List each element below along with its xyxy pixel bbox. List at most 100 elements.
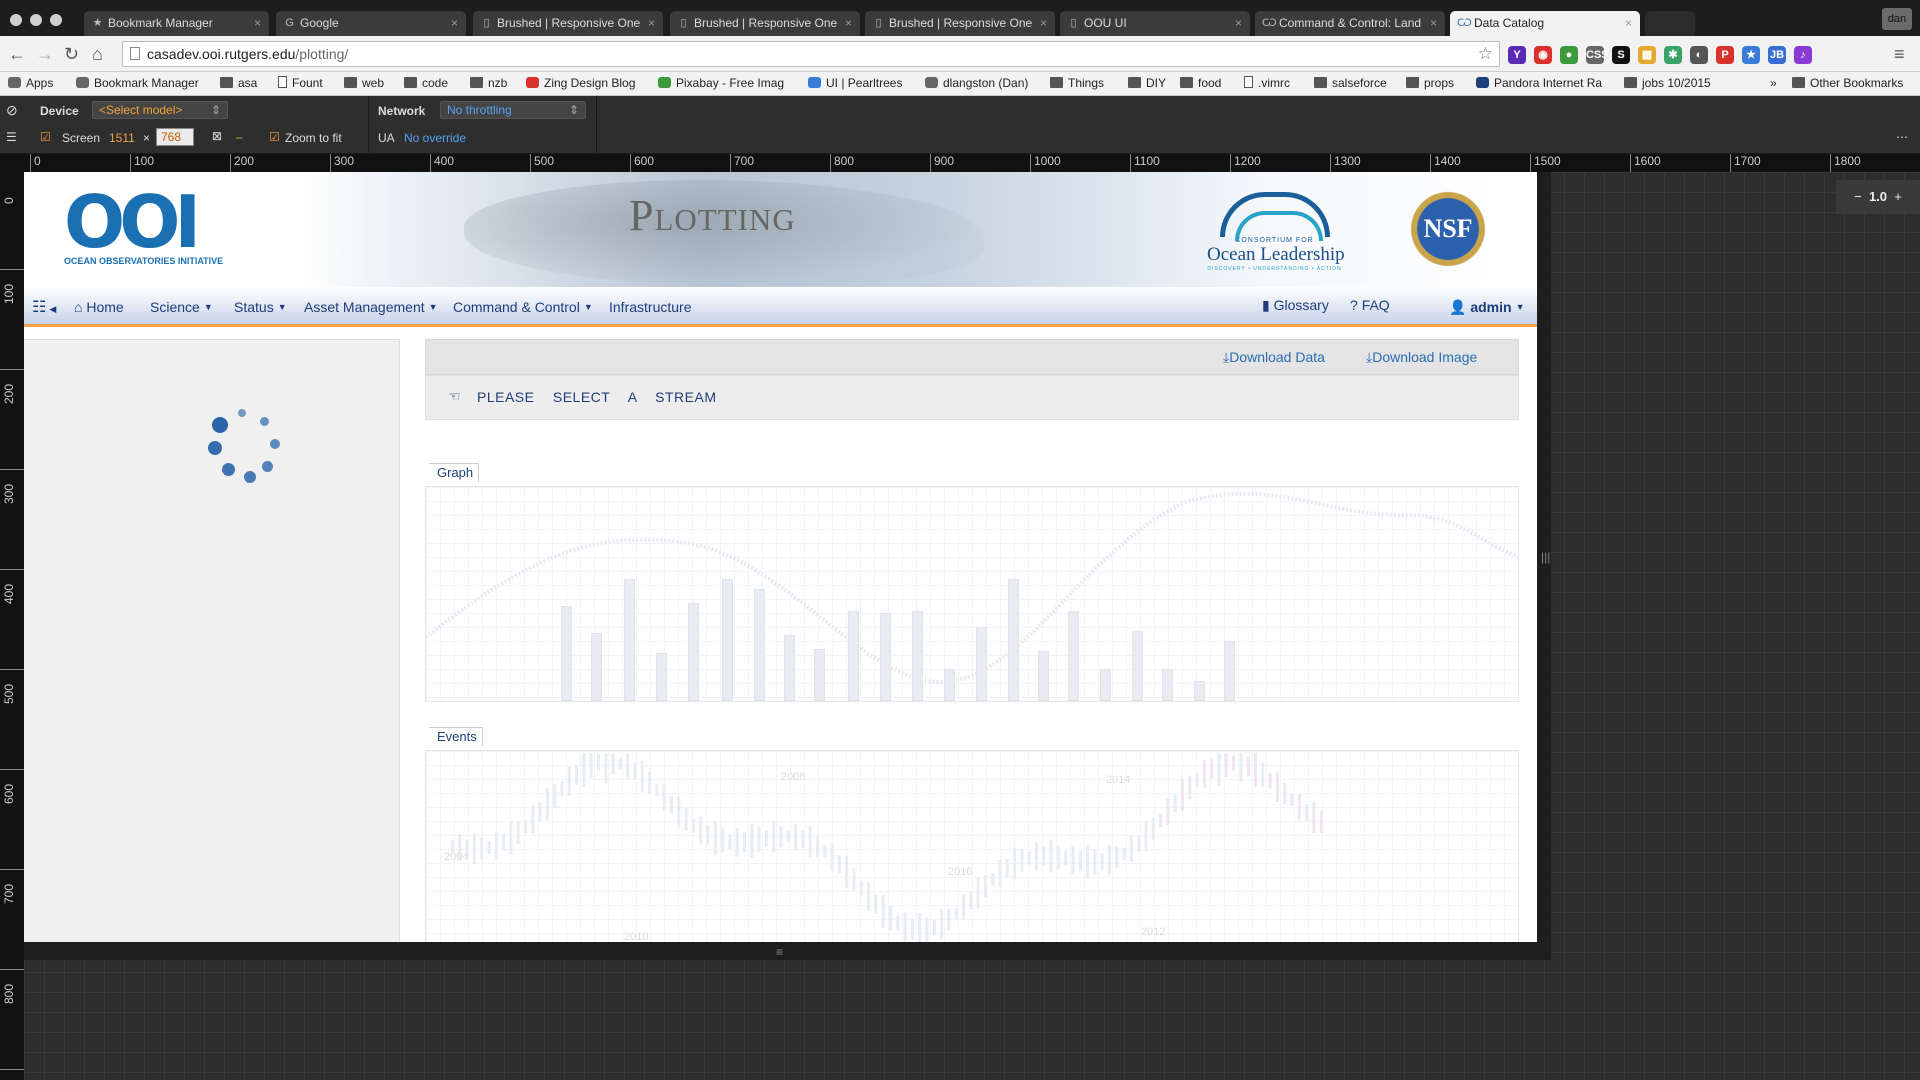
forward-icon[interactable]: → (36, 44, 54, 64)
zoom-to-fit-checkbox[interactable]: ☑ (269, 130, 280, 144)
ua-override-input[interactable]: No override (404, 131, 466, 145)
extension-icon[interactable]: ● (1560, 46, 1578, 64)
spinner-dot (212, 417, 228, 433)
browser-tab[interactable]: ▯ OOU UI × (1060, 11, 1250, 36)
bookmark-item[interactable]: Pixabay - Free Imag (658, 76, 784, 90)
more-options-icon[interactable]: ⋯ (1896, 130, 1908, 144)
close-tab-icon[interactable]: × (648, 16, 655, 30)
ghost-candle (889, 905, 892, 930)
resize-height-handle[interactable]: ≡ (776, 945, 783, 959)
browser-tab[interactable]: G Google × (276, 11, 466, 36)
ruler-tick-label: 1300 (1330, 154, 1361, 172)
extension-icon[interactable]: ★ (1742, 46, 1760, 64)
window-minimize-button[interactable] (30, 14, 42, 26)
bookmark-item[interactable]: salseforce (1314, 76, 1387, 90)
zoom-out-button[interactable]: − (1854, 189, 1862, 204)
home-icon[interactable]: ⌂ (92, 44, 103, 64)
nav-command-control[interactable]: Command & Control ▼ (453, 299, 593, 315)
screen-checkbox[interactable]: ☑ (40, 130, 51, 144)
events-tab[interactable]: Events (429, 727, 483, 746)
extension-icon[interactable]: ▦ (1638, 46, 1656, 64)
nav-status[interactable]: Status ▼ (234, 299, 287, 315)
download-data-button[interactable]: ⤓Download Data (1223, 349, 1325, 366)
bookmark-item[interactable]: code (404, 76, 448, 90)
close-tab-icon[interactable]: × (845, 16, 852, 30)
nsf-logo[interactable]: NSF (1409, 190, 1487, 268)
close-tab-icon[interactable]: × (1235, 16, 1242, 30)
nav-home[interactable]: ⌂ Home (74, 299, 124, 315)
window-zoom-button[interactable] (50, 14, 62, 26)
browser-tab[interactable]: ▯ Brushed | Responsive One × (670, 11, 860, 36)
bookmark-item[interactable]: Fount (278, 76, 323, 90)
extension-icon[interactable]: P (1716, 46, 1734, 64)
close-tab-icon[interactable]: × (1430, 16, 1437, 30)
media-query-icon[interactable]: ☰ (6, 130, 17, 144)
extension-icon[interactable]: CSS (1586, 46, 1609, 64)
ooi-logo[interactable]: OOI OCEAN OBSERVATORIES INITIATIVE (64, 186, 223, 270)
bookmark-item[interactable]: jobs 10/2015 (1624, 76, 1711, 90)
network-throttle-select[interactable]: No throttling ⇕ (440, 101, 586, 119)
extension-icon[interactable]: ◐ (1690, 46, 1708, 64)
swap-dimensions-icon[interactable]: ⊠ (212, 129, 222, 143)
close-tab-icon[interactable]: × (1625, 16, 1632, 30)
bookmark-item[interactable]: asa (220, 76, 257, 90)
back-icon[interactable]: ← (8, 44, 26, 64)
browser-tab[interactable]: Ѡ Command & Control: Land × (1255, 11, 1445, 36)
extension-icon[interactable]: ◉ (1534, 46, 1552, 64)
graph-tab[interactable]: Graph (429, 463, 480, 482)
close-tab-icon[interactable]: × (254, 16, 261, 30)
bookmark-item[interactable]: props (1406, 76, 1454, 90)
other-bookmarks[interactable]: Other Bookmarks (1792, 76, 1903, 90)
zoom-in-button[interactable]: + (1894, 189, 1902, 204)
browser-tab[interactable]: ▯ Brushed | Responsive One × (865, 11, 1055, 36)
bookmark-item[interactable]: nzb (470, 76, 507, 90)
device-model-select[interactable]: <Select model> ⇕ (92, 101, 228, 119)
download-image-button[interactable]: ⤓Download Image (1366, 349, 1477, 366)
bookmark-item[interactable]: Things (1050, 76, 1104, 90)
bookmark-item[interactable]: Bookmark Manager (76, 76, 199, 90)
nav-faq[interactable]: ? FAQ (1350, 297, 1390, 313)
extension-icon[interactable]: JB (1768, 46, 1786, 64)
bookmark-item[interactable]: Pandora Internet Ra (1476, 76, 1602, 90)
hand-pointer-icon: ☜ (448, 388, 461, 404)
reload-icon[interactable]: ↻ (64, 44, 79, 64)
new-tab-button[interactable] (1645, 11, 1695, 36)
extension-icon[interactable]: ✱ (1664, 46, 1682, 64)
profile-chip[interactable]: dan (1882, 8, 1912, 30)
user-menu[interactable]: 👤 admin ▼ (1449, 299, 1524, 316)
bookmarks-overflow[interactable]: » (1770, 76, 1777, 90)
browser-tab[interactable]: ▯ Brushed | Responsive One × (473, 11, 663, 36)
resize-width-handle[interactable]: ||| (1541, 550, 1550, 564)
window-close-button[interactable] (10, 14, 22, 26)
browser-tab[interactable]: ★ Bookmark Manager × (84, 11, 269, 36)
bookmark-item[interactable]: web (344, 76, 384, 90)
bookmark-item[interactable]: DIY (1128, 76, 1166, 90)
bookmark-item[interactable]: Apps (8, 76, 53, 90)
page-info-icon[interactable] (130, 47, 140, 60)
bookmark-item[interactable]: UI | Pearltrees (808, 76, 902, 90)
address-bar[interactable]: casadev.ooi.rutgers.edu/plotting/ ☆ (122, 41, 1500, 67)
extension-icon[interactable]: Y (1508, 46, 1526, 64)
no-emulation-icon[interactable]: ⊘ (6, 102, 18, 119)
nav-science[interactable]: Science ▼ (150, 299, 213, 315)
menu-icon[interactable]: ≡ (1894, 44, 1905, 64)
reset-icon[interactable]: – (236, 130, 243, 144)
extension-icon[interactable]: ♪ (1794, 46, 1812, 64)
spinner-dot (270, 439, 280, 449)
extension-icon[interactable]: S (1612, 46, 1630, 64)
bookmark-item[interactable]: food (1180, 76, 1221, 90)
bookmark-item[interactable]: dlangston (Dan) (925, 76, 1028, 90)
screen-width-input[interactable]: 1511 (109, 131, 135, 145)
ocean-leadership-logo[interactable]: CONSORTIUM FOR Ocean Leadership DISCOVER… (1207, 192, 1345, 277)
close-tab-icon[interactable]: × (451, 16, 458, 30)
nav-asset-management[interactable]: Asset Management ▼ (304, 299, 438, 315)
bookmark-item[interactable]: Zing Design Blog (526, 76, 635, 90)
browser-tab-active[interactable]: Ѡ Data Catalog × (1450, 11, 1640, 36)
nav-infrastructure[interactable]: Infrastructure (609, 299, 691, 315)
nav-glossary[interactable]: ▮ Glossary (1262, 297, 1329, 314)
bookmark-item[interactable]: .vimrc (1244, 76, 1290, 90)
close-tab-icon[interactable]: × (1040, 16, 1047, 30)
sidebar-toggle-icon[interactable]: ☷ ◀ (32, 297, 56, 317)
bookmark-star-icon[interactable]: ☆ (1478, 44, 1493, 64)
screen-height-input[interactable]: 768 (156, 128, 194, 146)
